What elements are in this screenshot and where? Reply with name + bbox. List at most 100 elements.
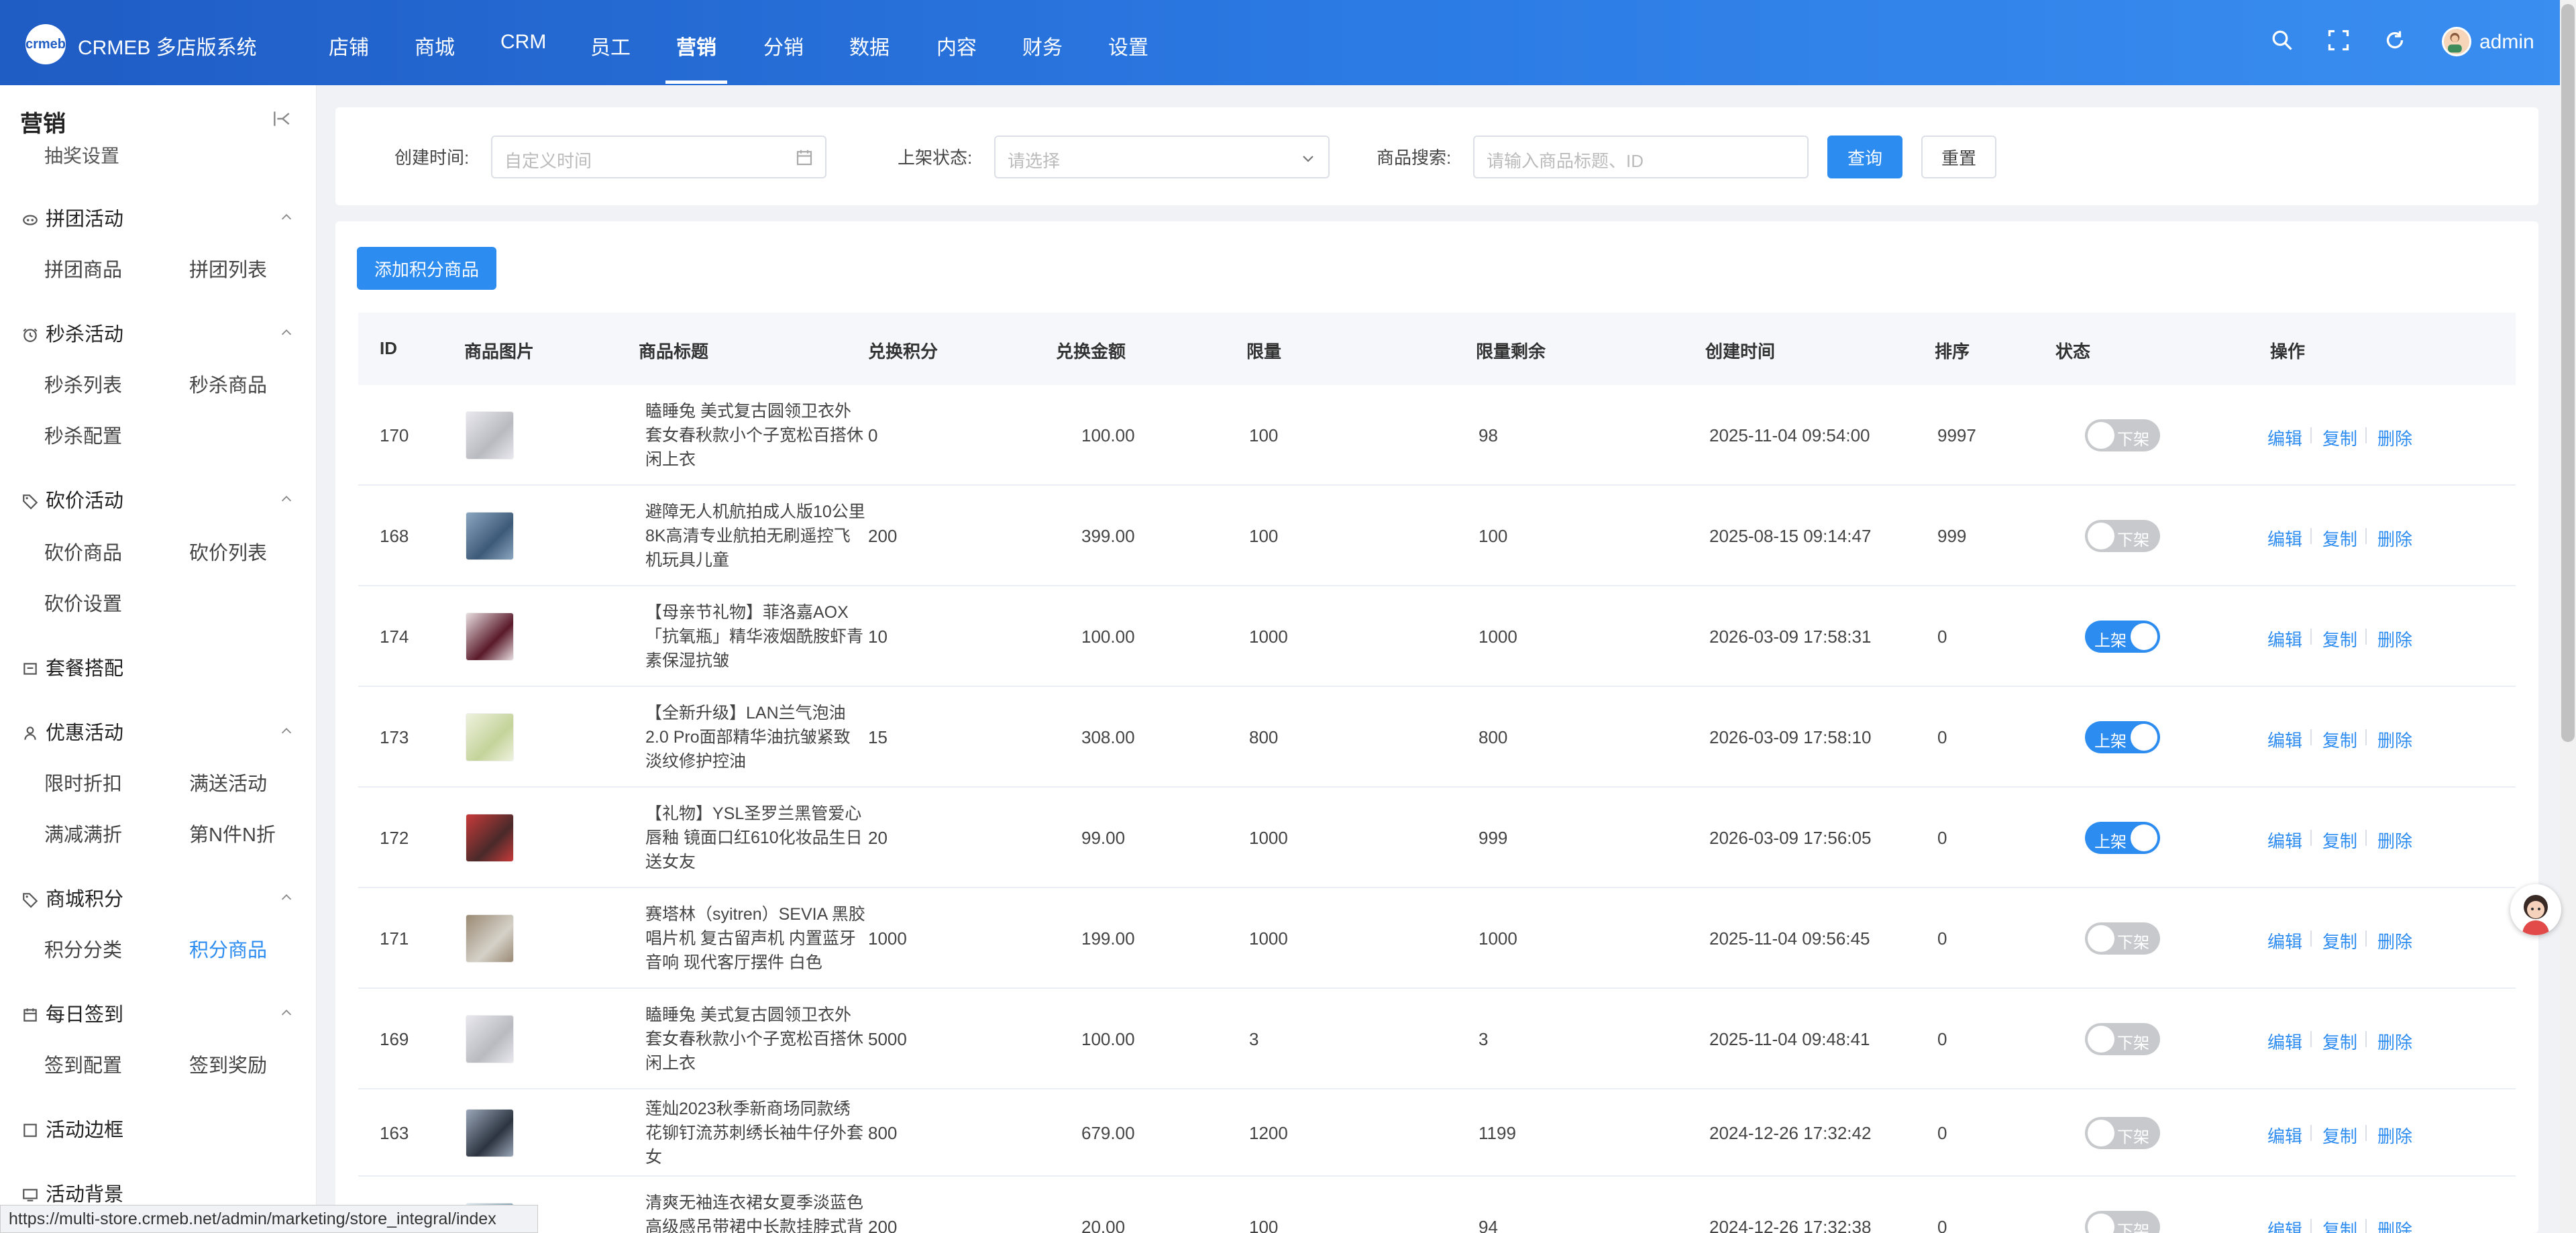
nav-item-marketing[interactable]: 营销 xyxy=(676,31,716,60)
edit-link[interactable]: 编辑 xyxy=(2267,1123,2302,1148)
copy-link[interactable]: 复制 xyxy=(2322,1029,2357,1054)
sidebar-group-activity-border[interactable]: 活动边框 xyxy=(21,1114,123,1142)
edit-link[interactable]: 编辑 xyxy=(2267,727,2302,752)
copy-link[interactable]: 复制 xyxy=(2322,425,2357,450)
edit-link[interactable]: 编辑 xyxy=(2267,526,2302,551)
sidebar-item-gift-promo[interactable]: 满送活动 xyxy=(189,768,267,796)
status-toggle[interactable]: 上架 xyxy=(2085,621,2160,653)
chevron-up-icon[interactable] xyxy=(279,890,294,905)
product-thumbnail[interactable] xyxy=(466,713,514,761)
search-icon[interactable] xyxy=(2270,28,2294,52)
status-select[interactable]: 请选择 xyxy=(994,136,1330,178)
nav-item-settings[interactable]: 设置 xyxy=(1108,31,1148,60)
sidebar-group-activity-background[interactable]: 活动背景 xyxy=(21,1179,123,1207)
nav-item-crm[interactable]: CRM xyxy=(500,31,546,54)
chevron-up-icon[interactable] xyxy=(279,325,294,340)
customer-service-avatar[interactable] xyxy=(2510,884,2561,935)
sidebar-item-bargain-list[interactable]: 砍价列表 xyxy=(189,537,267,566)
chevron-up-icon[interactable] xyxy=(279,492,294,506)
nav-item-distribution[interactable]: 分销 xyxy=(763,31,804,60)
delete-link[interactable]: 删除 xyxy=(2377,425,2412,450)
product-search-input[interactable]: 请输入商品标题、ID xyxy=(1473,136,1809,178)
sidebar-group-mall-points[interactable]: 商城积分 xyxy=(21,883,123,912)
status-toggle[interactable]: 下架 xyxy=(2085,520,2160,552)
status-toggle[interactable]: 下架 xyxy=(2085,1023,2160,1055)
nav-item-content[interactable]: 内容 xyxy=(936,31,977,60)
sidebar-group-package[interactable]: 套餐搭配 xyxy=(21,653,123,681)
reset-button[interactable]: 重置 xyxy=(1921,136,1996,178)
delete-link[interactable]: 删除 xyxy=(2377,727,2412,752)
sidebar-item-seckill-products[interactable]: 秒杀商品 xyxy=(189,370,267,398)
sidebar-item-seckill-config[interactable]: 秒杀配置 xyxy=(44,421,122,449)
copy-link[interactable]: 复制 xyxy=(2322,1123,2357,1148)
status-toggle[interactable]: 下架 xyxy=(2085,1211,2160,1233)
edit-link[interactable]: 编辑 xyxy=(2267,1029,2302,1054)
sidebar-item-checkin-config[interactable]: 签到配置 xyxy=(44,1050,122,1078)
delete-link[interactable]: 删除 xyxy=(2377,1029,2412,1054)
fullscreen-icon[interactable] xyxy=(2326,28,2351,52)
nav-item-finance[interactable]: 财务 xyxy=(1022,31,1063,60)
refresh-icon[interactable] xyxy=(2383,28,2407,52)
chevron-up-icon[interactable] xyxy=(279,1006,294,1020)
edit-link[interactable]: 编辑 xyxy=(2267,928,2302,953)
chevron-up-icon[interactable] xyxy=(279,210,294,225)
sidebar-item-points-category[interactable]: 积分分类 xyxy=(44,934,122,963)
sidebar-item-points-products[interactable]: 积分商品 xyxy=(189,934,267,963)
sidebar-item-bargain-products[interactable]: 砍价商品 xyxy=(44,537,122,566)
product-thumbnail[interactable] xyxy=(466,814,514,862)
scrollbar-thumb[interactable] xyxy=(2561,4,2575,742)
product-thumbnail[interactable] xyxy=(466,411,514,460)
add-points-product-button[interactable]: 添加积分商品 xyxy=(357,247,496,290)
copy-link[interactable]: 复制 xyxy=(2322,526,2357,551)
delete-link[interactable]: 删除 xyxy=(2377,526,2412,551)
sidebar-item-group-list[interactable]: 拼团列表 xyxy=(189,254,267,282)
sidebar-group-seckill[interactable]: 秒杀活动 xyxy=(21,319,123,347)
copy-link[interactable]: 复制 xyxy=(2322,928,2357,953)
status-toggle[interactable]: 下架 xyxy=(2085,922,2160,955)
date-range-input[interactable]: 自定义时间 xyxy=(491,136,826,178)
product-thumbnail[interactable] xyxy=(466,1109,514,1157)
collapse-sidebar-icon[interactable] xyxy=(271,108,292,129)
sidebar-item-lottery-settings[interactable]: 抽奖设置 xyxy=(44,142,119,168)
avatar[interactable] xyxy=(2442,27,2471,56)
product-thumbnail[interactable] xyxy=(466,512,514,560)
status-toggle[interactable]: 上架 xyxy=(2085,721,2160,753)
delete-link[interactable]: 删除 xyxy=(2377,1217,2412,1233)
sidebar-item-seckill-list[interactable]: 秒杀列表 xyxy=(44,370,122,398)
product-thumbnail[interactable] xyxy=(466,914,514,963)
nav-item-staff[interactable]: 员工 xyxy=(590,31,631,60)
edit-link[interactable]: 编辑 xyxy=(2267,828,2302,853)
sidebar-item-full-reduction[interactable]: 满减满折 xyxy=(44,819,122,847)
edit-link[interactable]: 编辑 xyxy=(2267,425,2302,450)
sidebar-group-promotions[interactable]: 优惠活动 xyxy=(21,717,123,745)
status-toggle[interactable]: 下架 xyxy=(2085,1117,2160,1149)
status-toggle[interactable]: 下架 xyxy=(2085,419,2160,451)
copy-link[interactable]: 复制 xyxy=(2322,1217,2357,1233)
copy-link[interactable]: 复制 xyxy=(2322,727,2357,752)
edit-link[interactable]: 编辑 xyxy=(2267,1217,2302,1233)
nav-item-data[interactable]: 数据 xyxy=(849,31,890,60)
delete-link[interactable]: 删除 xyxy=(2377,627,2412,651)
copy-link[interactable]: 复制 xyxy=(2322,828,2357,853)
query-button[interactable]: 查询 xyxy=(1827,136,1902,178)
delete-link[interactable]: 删除 xyxy=(2377,828,2412,853)
delete-link[interactable]: 删除 xyxy=(2377,928,2412,953)
sidebar-group-daily-checkin[interactable]: 每日签到 xyxy=(21,999,123,1027)
nav-item-mall[interactable]: 商城 xyxy=(415,31,455,60)
chevron-up-icon[interactable] xyxy=(279,724,294,739)
copy-link[interactable]: 复制 xyxy=(2322,627,2357,651)
product-thumbnail[interactable] xyxy=(466,612,514,661)
sidebar-item-flash-discount[interactable]: 限时折扣 xyxy=(44,768,122,796)
username[interactable]: admin xyxy=(2479,31,2534,54)
delete-link[interactable]: 删除 xyxy=(2377,1123,2412,1148)
status-toggle[interactable]: 上架 xyxy=(2085,822,2160,854)
product-thumbnail[interactable] xyxy=(466,1015,514,1063)
sidebar-item-group-products[interactable]: 拼团商品 xyxy=(44,254,122,282)
sidebar-item-bargain-settings[interactable]: 砍价设置 xyxy=(44,588,122,616)
nav-item-store[interactable]: 店铺 xyxy=(329,31,369,60)
sidebar-item-nth-discount[interactable]: 第N件N折 xyxy=(189,819,276,847)
sidebar-group-bargain[interactable]: 砍价活动 xyxy=(21,485,123,513)
sidebar-item-checkin-rewards[interactable]: 签到奖励 xyxy=(189,1050,267,1078)
edit-link[interactable]: 编辑 xyxy=(2267,627,2302,651)
sidebar-group-group-buy[interactable]: 拼团活动 xyxy=(21,203,123,231)
